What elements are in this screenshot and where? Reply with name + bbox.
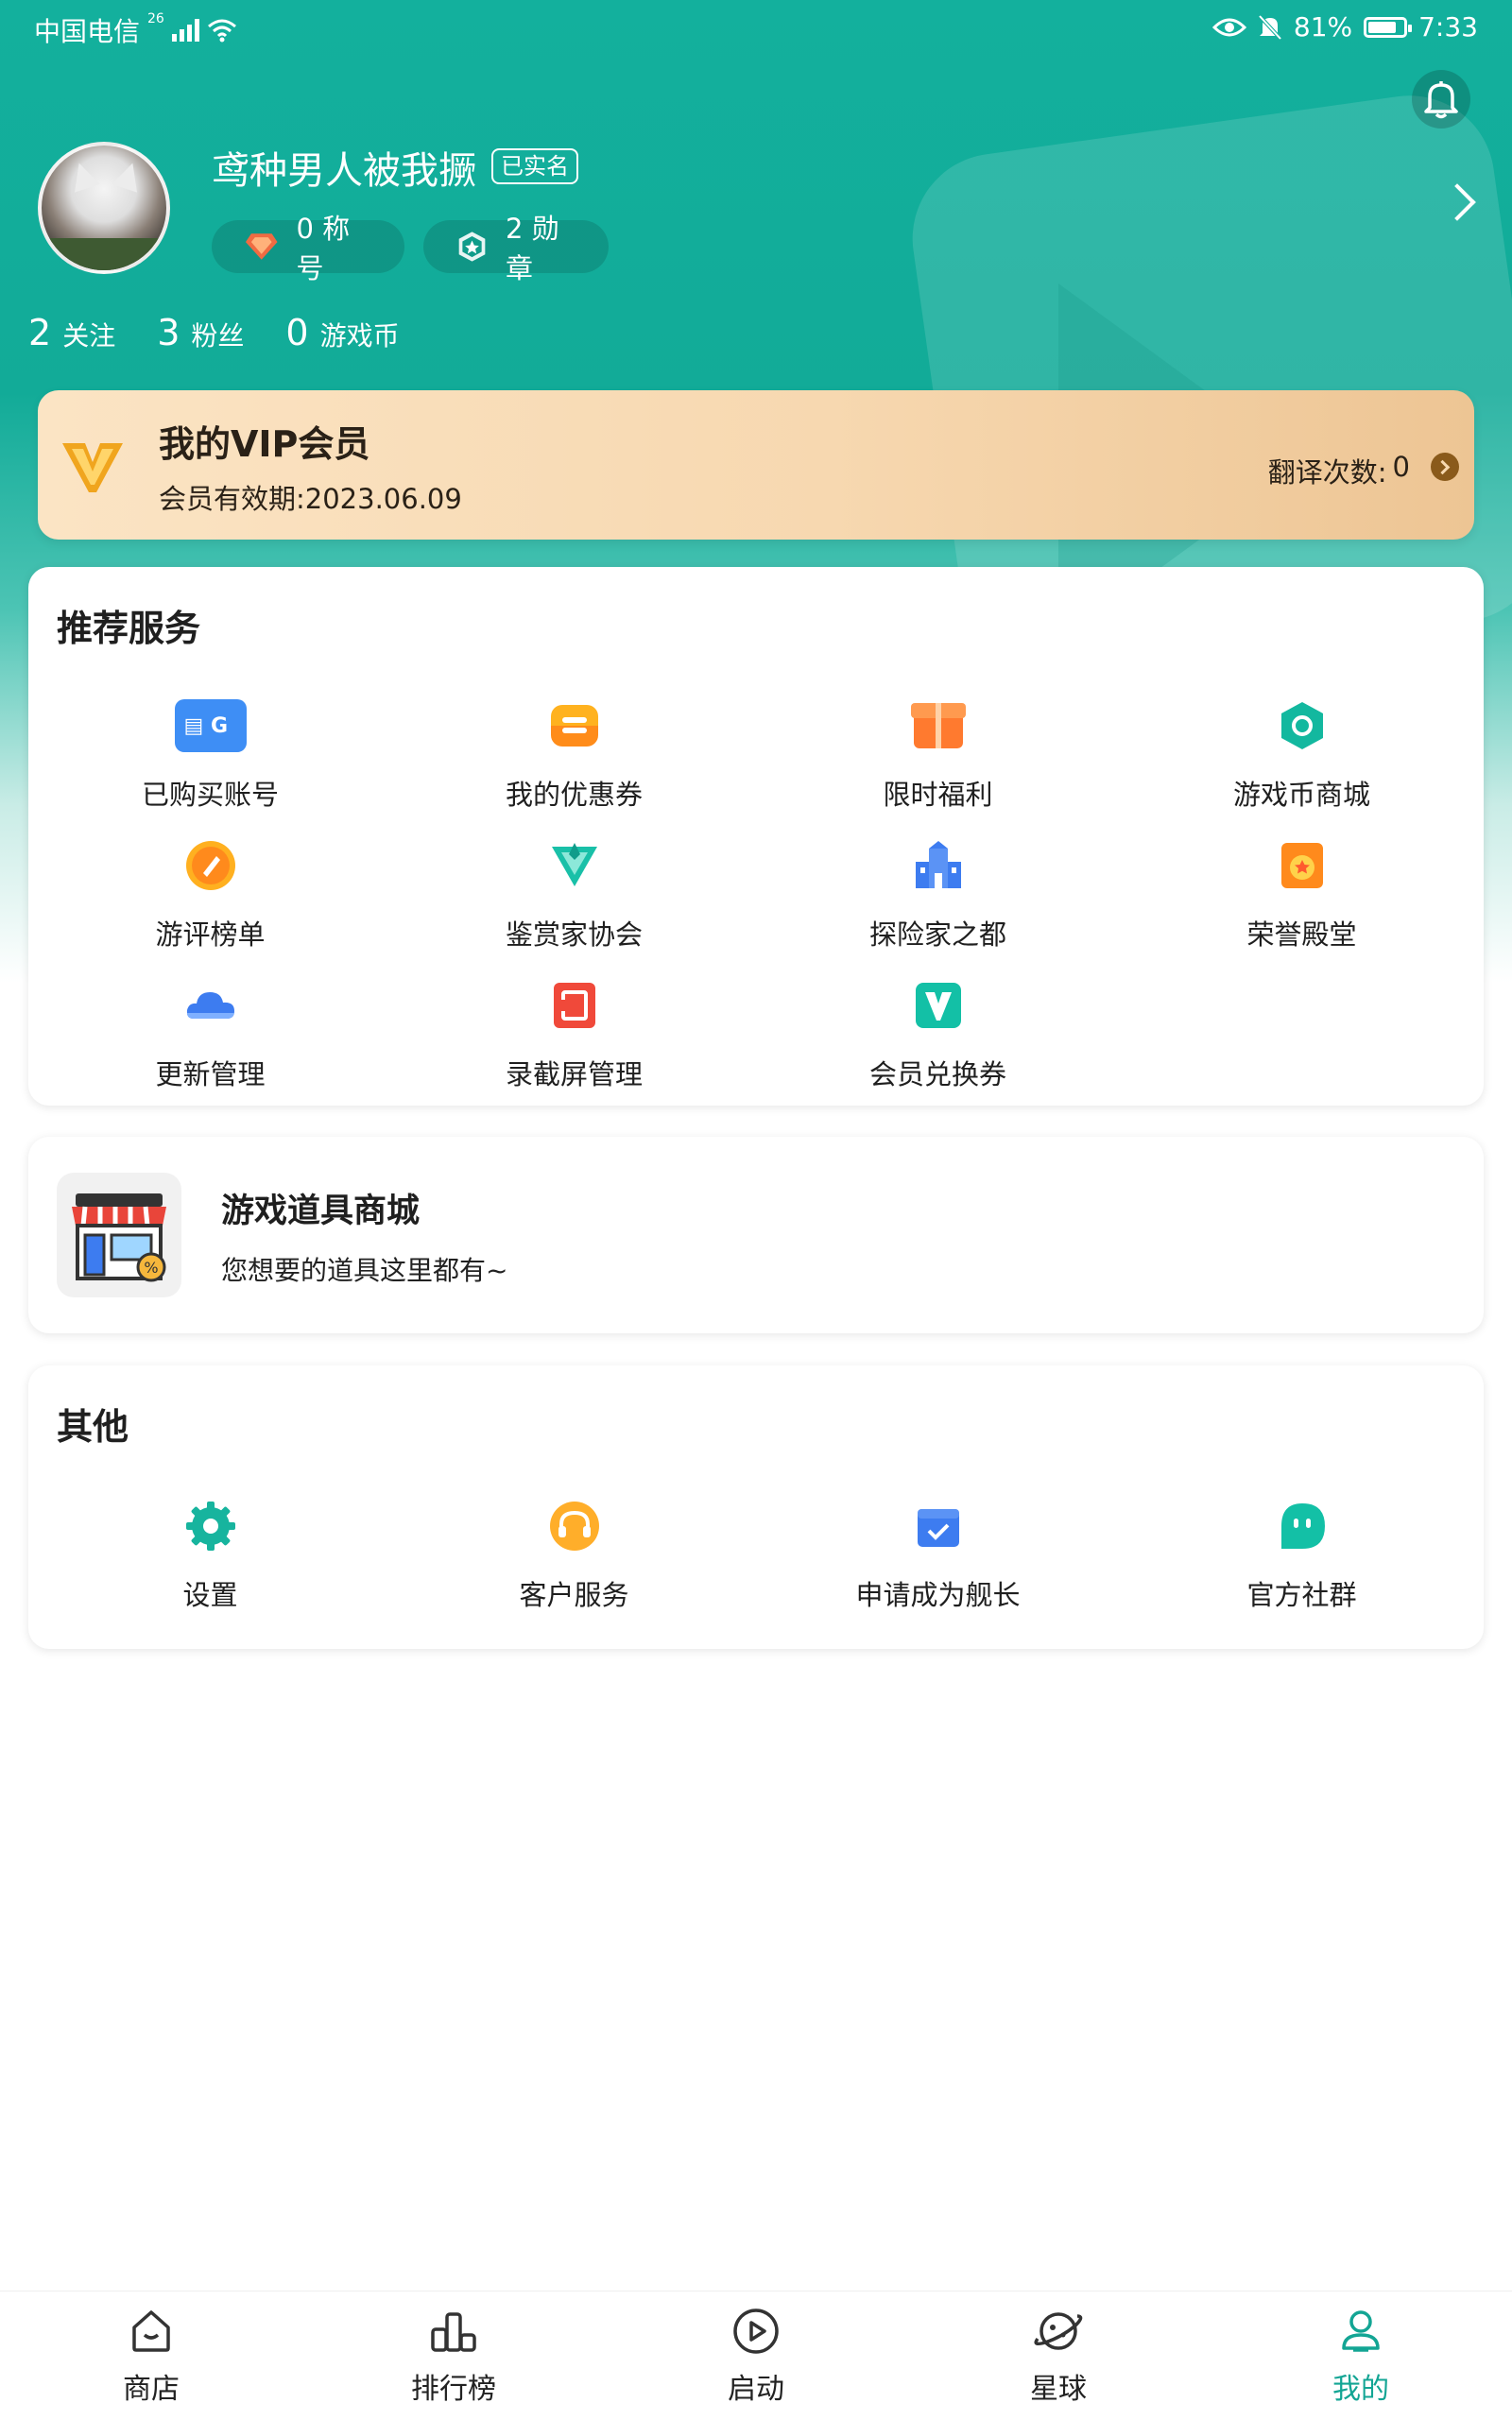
- review-rank-icon: [185, 841, 235, 890]
- nav-launch[interactable]: 启动: [605, 2307, 907, 2407]
- vip-card[interactable]: 我的VIP会员 会员有效期:2023.06.09 翻译次数: 0: [38, 390, 1474, 540]
- ranking-icon: [431, 2312, 476, 2352]
- status-bar: 中国电信 26 81% 7:33: [0, 0, 1512, 57]
- eye-icon: [1211, 18, 1246, 36]
- nav-store-label: 商店: [123, 2373, 180, 2406]
- community-icon: [1280, 1503, 1325, 1549]
- service-my-coupons[interactable]: 我的优惠券: [392, 699, 756, 813]
- vip-arrow-icon[interactable]: [1431, 453, 1459, 481]
- service-honor-hall[interactable]: 荣誉殿堂: [1120, 839, 1484, 953]
- honor-hall-icon: [1280, 843, 1323, 888]
- game-coin-stat[interactable]: 0 游戏币: [285, 312, 399, 353]
- service-connoisseur[interactable]: 鉴赏家协会: [392, 839, 756, 953]
- castle-icon: [915, 841, 961, 888]
- notification-button[interactable]: [1412, 70, 1470, 129]
- nav-mine[interactable]: 我的: [1210, 2307, 1512, 2407]
- nav-mine-label: 我的: [1332, 2373, 1389, 2406]
- vip-title: 我的VIP会员: [159, 423, 370, 465]
- other-title: 其他: [57, 1406, 129, 1448]
- clock: 7:33: [1418, 11, 1478, 43]
- service-limited-welfare[interactable]: 限时福利: [756, 699, 1120, 813]
- network-type: 26: [147, 11, 164, 26]
- recommended-services-card: 推荐服务 ▤ G 已购买账号 我的优惠券 限时福利 游戏币商城 游评榜单 鉴赏家…: [28, 567, 1484, 1106]
- gift-icon: [910, 703, 966, 748]
- coin-mall-icon: [1280, 702, 1323, 749]
- cloud-icon: [186, 992, 234, 1019]
- battery-icon: [1364, 16, 1413, 38]
- medal-icon: [458, 232, 486, 262]
- apply-captain-icon: [917, 1509, 959, 1547]
- vip-voucher-icon: [915, 983, 961, 1028]
- planet-icon: [1034, 2312, 1083, 2350]
- shop-logo: %: [57, 1173, 181, 1297]
- vip-expiry: 会员有效期:2023.06.09: [159, 483, 462, 515]
- medal-pill[interactable]: 2 勋章: [423, 213, 609, 284]
- diamond-icon: [245, 233, 278, 260]
- title-count-label: 0 称号: [296, 213, 351, 284]
- mute-bell-icon: [1258, 14, 1282, 40]
- bottom-navigation: 商店 排行榜 启动 星球 我的: [0, 2291, 1512, 2420]
- service-explorer-capital[interactable]: 探险家之都: [756, 839, 1120, 953]
- nav-ranking[interactable]: 排行榜: [302, 2307, 605, 2407]
- play-icon: [733, 2308, 779, 2354]
- vip-v-icon: [62, 443, 123, 492]
- translate-count: 翻译次数: 0: [1267, 451, 1410, 489]
- service-update-manager[interactable]: 更新管理: [28, 979, 392, 1092]
- purchased-account-icon: ▤ G: [174, 699, 247, 752]
- connoisseur-icon: [551, 843, 597, 886]
- headset-icon: [549, 1502, 599, 1551]
- service-review-rank[interactable]: 游评榜单: [28, 839, 392, 953]
- service-coin-mall[interactable]: 游戏币商城: [1120, 699, 1484, 813]
- service-purchased-account[interactable]: ▤ G 已购买账号: [28, 699, 392, 813]
- wifi-icon: [207, 19, 236, 43]
- avatar[interactable]: [38, 142, 170, 274]
- store-icon: [132, 2310, 170, 2352]
- profile-icon: [1342, 2310, 1380, 2352]
- battery-percent: 81%: [1293, 11, 1353, 43]
- other-settings[interactable]: 设置: [28, 1500, 392, 1613]
- nav-store[interactable]: 商店: [0, 2307, 302, 2407]
- service-screen-record-manager[interactable]: 录截屏管理: [392, 979, 756, 1092]
- username[interactable]: 鸢种男人被我撅: [212, 140, 476, 195]
- nav-planet-label: 星球: [1030, 2373, 1087, 2406]
- screen-record-icon: [553, 983, 595, 1028]
- nav-planet[interactable]: 星球: [907, 2307, 1210, 2407]
- other-customer-service[interactable]: 客户服务: [392, 1500, 756, 1613]
- medal-count-label: 2 勋章: [506, 213, 559, 284]
- svg-text:%: %: [144, 1259, 158, 1277]
- profile-stats: 2 关注 3 粉丝 0 游戏币: [28, 312, 400, 353]
- bell-icon: [1424, 81, 1458, 119]
- shop-description: 您想要的道具这里都有~: [221, 1255, 508, 1286]
- followers-stat[interactable]: 3 粉丝: [157, 312, 244, 353]
- recommended-title: 推荐服务: [57, 608, 201, 649]
- item-shop-card[interactable]: % 游戏道具商城 您想要的道具这里都有~: [28, 1137, 1484, 1333]
- store-front-icon: %: [72, 1193, 166, 1282]
- other-apply-captain[interactable]: 申请成为舰长: [756, 1500, 1120, 1613]
- shop-title: 游戏道具商城: [221, 1193, 421, 1230]
- following-stat[interactable]: 2 关注: [28, 312, 115, 353]
- gear-icon: [185, 1502, 235, 1551]
- coupon-icon: [550, 705, 598, 747]
- signal-icon: [171, 19, 199, 42]
- service-vip-voucher[interactable]: 会员兑换券: [756, 979, 1120, 1092]
- verified-badge: 已实名: [491, 148, 578, 184]
- nav-ranking-label: 排行榜: [411, 2373, 496, 2406]
- other-card: 其他 设置 客户服务 申请成为舰长 官方社群: [28, 1365, 1484, 1649]
- nav-launch-label: 启动: [728, 2373, 784, 2406]
- title-pill[interactable]: 0 称号: [212, 213, 404, 284]
- carrier-name: 中国电信: [34, 16, 141, 47]
- other-official-community[interactable]: 官方社群: [1120, 1500, 1484, 1613]
